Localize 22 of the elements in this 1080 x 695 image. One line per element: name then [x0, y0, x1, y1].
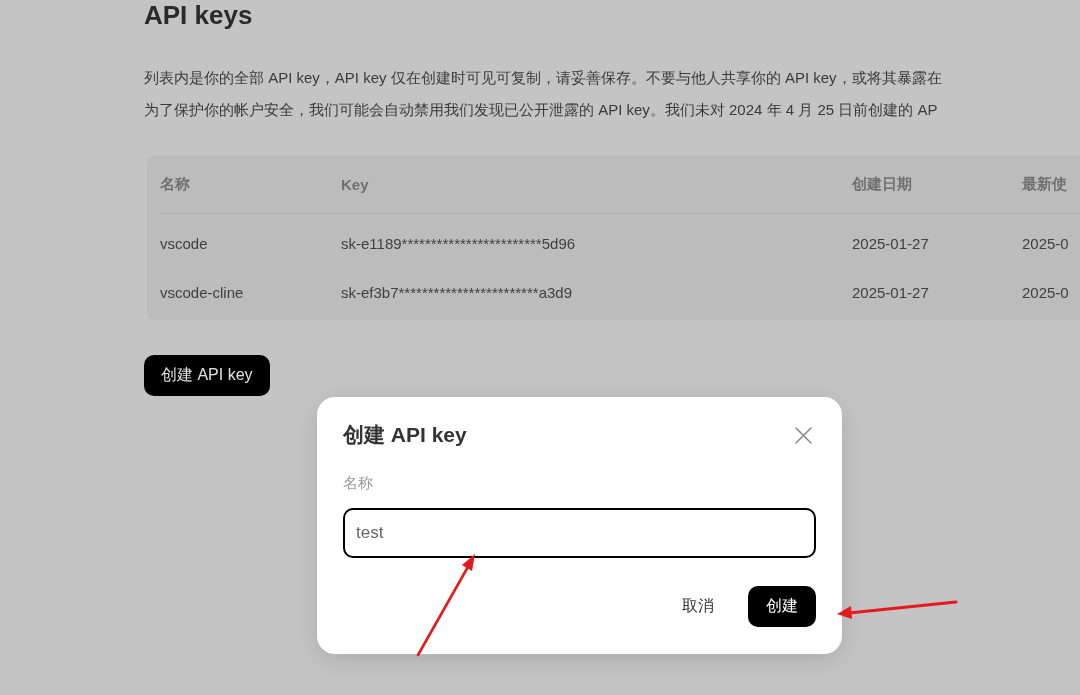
field-label: 名称 — [343, 473, 373, 493]
column-header: 名称 — [160, 174, 191, 194]
column-header: 创建日期 — [852, 174, 913, 194]
cancel-button[interactable]: 取消 — [672, 586, 724, 627]
create-api-key-button[interactable]: 创建 API key — [144, 355, 270, 396]
close-icon[interactable] — [795, 426, 812, 444]
column-header: Key — [341, 175, 370, 193]
create-button[interactable]: 创建 — [748, 586, 816, 627]
name-input[interactable]: test — [343, 508, 816, 558]
table-cell-text: 2025-01-27 — [852, 235, 930, 252]
table-cell-text: sk-e1189************************5d96 — [341, 235, 577, 252]
page-title: API keys — [144, 0, 253, 30]
description-text: 列表内是你的全部 API key，API key 仅在创建时可见可复制，请妥善保存。不要与他人共享你的 API key，或将其暴露在 — [144, 68, 942, 88]
table-cell-text: sk-ef3b7************************a3d9 — [341, 284, 573, 301]
description-text: 为了保护你的帐户安全，我们可能会自动禁用我们发现已公开泄露的 API key。我们未对 2024 年 4 月 25 日前创建的 AP — [144, 100, 939, 120]
column-header: 最新使 — [1022, 174, 1068, 194]
table-cell-text: 2025-01-27 — [852, 284, 930, 301]
dialog-title: 创建 API key — [343, 422, 467, 448]
table-cell-text: vscode-cline — [160, 284, 245, 301]
table-cell-text: 2025-0 — [1022, 284, 1070, 301]
table-cell-text: vscode — [160, 235, 209, 252]
table-cell-text: 2025-0 — [1022, 235, 1070, 252]
